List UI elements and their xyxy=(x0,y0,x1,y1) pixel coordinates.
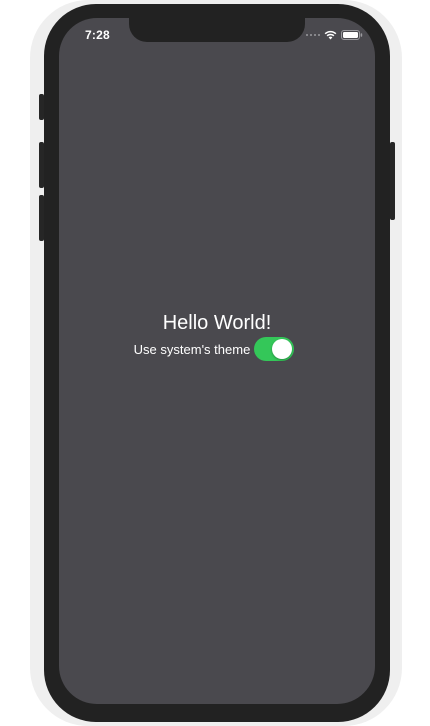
volume-down-button xyxy=(39,195,44,241)
power-button xyxy=(390,142,395,220)
volume-up-button xyxy=(39,142,44,188)
device-stage: 7:28 Hello World! Use system's theme xyxy=(0,0,430,726)
system-theme-switch[interactable] xyxy=(254,337,295,361)
status-icons xyxy=(306,29,363,41)
battery-icon xyxy=(341,30,363,40)
cellular-signal-icon xyxy=(306,34,320,36)
mute-switch xyxy=(39,94,44,120)
status-time: 7:28 xyxy=(85,28,110,42)
camera-notch xyxy=(129,18,305,42)
app-screen: 7:28 Hello World! Use system's theme xyxy=(59,18,375,704)
home-indicator xyxy=(165,694,269,698)
main-content: Hello World! Use system's theme xyxy=(59,311,375,361)
theme-toggle-row: Use system's theme xyxy=(59,337,375,361)
wifi-icon xyxy=(324,30,337,40)
theme-toggle-label: Use system's theme xyxy=(133,341,251,357)
greeting-text: Hello World! xyxy=(162,312,272,334)
switch-knob xyxy=(272,339,293,359)
